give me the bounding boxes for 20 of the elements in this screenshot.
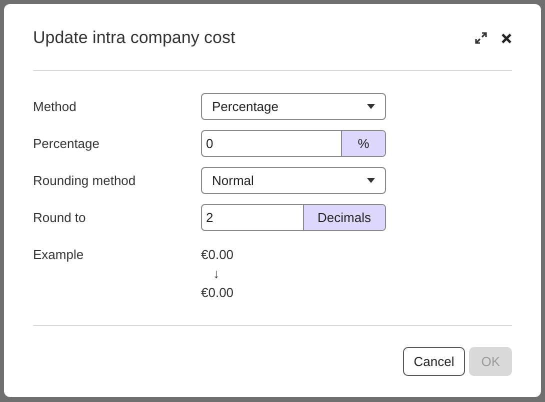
field-label: Method (33, 98, 78, 116)
caret-icon (367, 178, 375, 183)
dialog-title: Update intra company cost (33, 27, 236, 50)
field-label: Percentage (33, 135, 100, 153)
number-field[interactable]: 0 % (201, 130, 386, 157)
cancel-button[interactable]: Cancel (402, 347, 466, 376)
unit-label: Decimals (302, 205, 385, 230)
unit-label: % (341, 131, 385, 156)
number-field[interactable]: 2 Decimals (201, 204, 386, 231)
example-value: €0.00 (201, 246, 234, 264)
arrow-glyph: ↓ (212, 265, 220, 283)
field-label: Example (33, 246, 85, 264)
field-label: Rounding method (33, 172, 137, 190)
example-value: €0.00 (201, 284, 234, 302)
close-icon[interactable] (501, 32, 512, 44)
select-field[interactable]: Percentage (201, 93, 386, 120)
field-label: Round to (33, 209, 87, 227)
expand-icon[interactable] (475, 32, 487, 44)
select-field[interactable]: Normal (201, 167, 386, 194)
caret-icon (367, 104, 375, 109)
